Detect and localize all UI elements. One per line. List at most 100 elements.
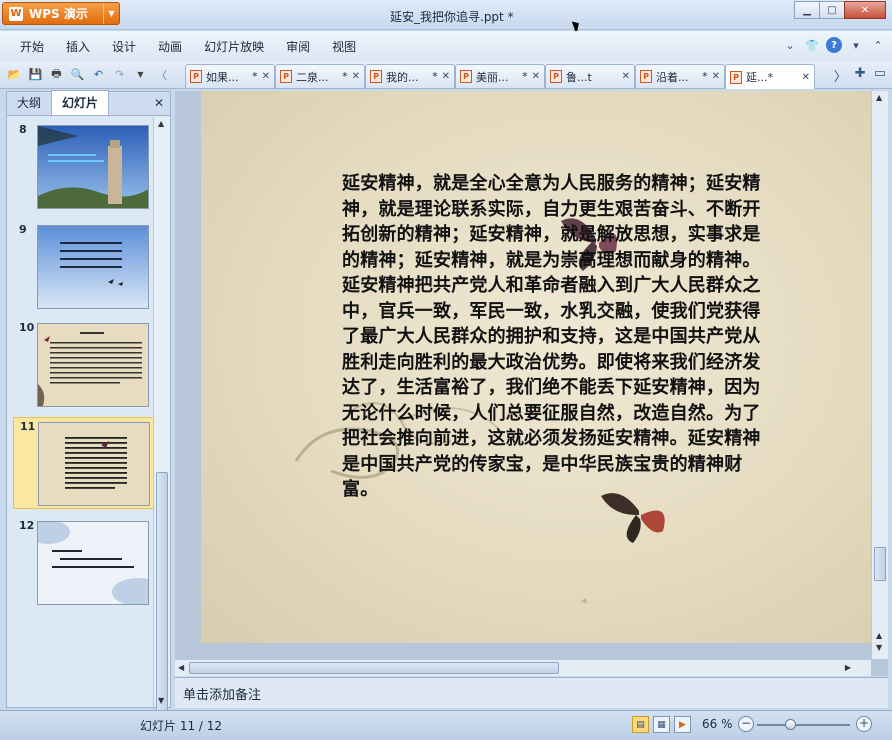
zoom-slider-handle[interactable] — [785, 719, 797, 730]
document-title: 延安_我把你追寻.ppt * — [390, 10, 514, 24]
skin-shirt-icon[interactable]: 👕 — [804, 37, 820, 53]
thumbnail-scrollbar[interactable]: ▲ ▼ — [153, 117, 170, 712]
slideshow-view-button[interactable]: ▶ — [674, 716, 691, 733]
normal-view-button[interactable]: ▤ — [632, 716, 649, 733]
tabs-scroll-right-icon[interactable]: 〉 — [834, 66, 847, 85]
slide-canvas[interactable]: 延安精神，就是全心全意为人民服务的精神；延安精神，就是理论联系实际，自力更生艰苦… — [201, 91, 871, 643]
chevron-down-icon[interactable]: ⌄ — [782, 37, 798, 53]
toolbar: 📂 💾 🖶 🔍 ↶ ↷ ▼ 〈 P 如果... * ✕ P 二泉... * ✕ … — [0, 61, 892, 89]
scroll-down-icon[interactable]: ▼ — [158, 696, 164, 705]
open-folder-icon[interactable]: 📂 — [6, 66, 23, 83]
menu-item-review[interactable]: 审阅 — [275, 38, 321, 55]
doc-tab-modified: * — [252, 70, 258, 83]
slide-thumbnail-9[interactable]: 9 — [13, 221, 151, 313]
tab-outline[interactable]: 大纲 — [7, 91, 51, 115]
zoom-slider[interactable] — [757, 719, 850, 730]
slide-preview — [37, 323, 149, 407]
doc-tab-1[interactable]: P 如果... * ✕ — [185, 64, 275, 88]
close-tab-icon[interactable]: ✕ — [802, 72, 810, 83]
ppt-file-icon: P — [550, 70, 562, 83]
close-tab-icon[interactable]: ✕ — [352, 71, 360, 82]
previous-slide-icon[interactable]: ▲ — [876, 631, 882, 640]
pin-ribbon-icon[interactable]: ⌃ — [870, 37, 886, 53]
doc-tab-label: 二泉... — [296, 70, 329, 84]
close-tab-icon[interactable]: ✕ — [442, 71, 450, 82]
title-bar: W WPS 演示 ▼ 延安_我把你追寻.ppt * ▁ □ ✕ — [0, 0, 892, 35]
menu-bar: 开始 插入 设计 动画 幻灯片放映 审阅 视图 ⌄ 👕 ? ▾ ⌃ — [0, 31, 892, 61]
scrollbar-thumb[interactable] — [189, 662, 559, 674]
scroll-up-icon[interactable]: ▲ — [158, 119, 164, 128]
menu-item-insert[interactable]: 插入 — [55, 38, 101, 55]
scroll-up-icon[interactable]: ▲ — [876, 93, 882, 102]
print-icon[interactable]: 🖶 — [48, 66, 65, 83]
wps-logo-icon: W — [9, 6, 23, 21]
doc-tab-label: 我的... — [386, 70, 419, 84]
doc-tab-label: 延...* — [746, 71, 773, 84]
slide-thumbnail-12[interactable]: 12 — [13, 517, 151, 609]
slide-number: 12 — [19, 519, 35, 532]
menu-item-start[interactable]: 开始 — [0, 38, 55, 55]
status-bar: 幻灯片 11 / 12 ▤ ▦ ▶ 66 % − + — [0, 710, 892, 740]
next-slide-icon[interactable]: ▼ — [876, 643, 882, 652]
slide-thumbnail-10[interactable]: 10 — [13, 319, 151, 411]
doc-tab-active[interactable]: P 延...* ✕ — [725, 64, 815, 89]
maximize-button[interactable]: □ — [819, 1, 845, 19]
print-preview-icon[interactable]: 🔍 — [69, 66, 86, 83]
close-tab-icon[interactable]: ✕ — [532, 71, 540, 82]
tab-list-icon[interactable]: ▭ — [874, 66, 886, 85]
doc-tab-3[interactable]: P 我的... * ✕ — [365, 64, 455, 88]
document-tabs: P 如果... * ✕ P 二泉... * ✕ P 我的... * ✕ P 美丽… — [185, 64, 815, 89]
doc-tab-6[interactable]: P 沿着... * ✕ — [635, 64, 725, 88]
slide-sorter-view-button[interactable]: ▦ — [653, 716, 670, 733]
doc-tab-5[interactable]: P 鲁...t ✕ — [545, 64, 635, 88]
close-panel-icon[interactable]: ✕ — [154, 96, 164, 110]
scrollbar-thumb[interactable] — [156, 472, 168, 712]
scroll-left-icon[interactable]: ◀ — [178, 663, 184, 672]
close-tab-icon[interactable]: ✕ — [622, 71, 630, 82]
doc-tab-4[interactable]: P 美丽... * ✕ — [455, 64, 545, 88]
notes-placeholder: 单击添加备注 — [183, 688, 262, 703]
toolbar-dropdown-icon[interactable]: ▼ — [132, 66, 149, 83]
save-icon[interactable]: 💾 — [27, 66, 44, 83]
help-icon[interactable]: ? — [826, 37, 842, 53]
doc-tab-modified: * — [702, 70, 708, 83]
zoom-out-button[interactable]: − — [738, 716, 754, 732]
dropdown-icon[interactable]: ▾ — [848, 37, 864, 53]
slide-number: 11 — [20, 420, 36, 433]
wps-app-menu-button[interactable]: W WPS 演示 ▼ — [2, 2, 120, 25]
menu-item-slideshow[interactable]: 幻灯片放映 — [193, 38, 275, 55]
slide-counter: 幻灯片 11 / 12 — [140, 719, 223, 733]
menu-item-animation[interactable]: 动画 — [147, 38, 193, 55]
chevron-down-icon[interactable]: ▼ — [103, 3, 119, 24]
close-tab-icon[interactable]: ✕ — [262, 71, 270, 82]
ppt-file-icon: P — [280, 70, 292, 83]
ppt-file-icon: P — [370, 70, 382, 83]
close-tab-icon[interactable]: ✕ — [712, 71, 720, 82]
doc-tab-2[interactable]: P 二泉... * ✕ — [275, 64, 365, 88]
menu-item-view[interactable]: 视图 — [321, 38, 367, 55]
doc-tab-modified: * — [522, 70, 528, 83]
slide-editor: 延安精神，就是全心全意为人民服务的精神；延安精神，就是理论联系实际，自力更生艰苦… — [175, 91, 888, 676]
slide-preview — [37, 521, 149, 605]
slide-thumbnail-8[interactable]: 8 — [13, 121, 151, 213]
doc-tab-label: 沿着... — [656, 70, 689, 84]
menu-item-design[interactable]: 设计 — [101, 38, 147, 55]
redo-icon[interactable]: ↷ — [111, 66, 128, 83]
slide-thumbnail-11[interactable]: 11 — [13, 417, 154, 509]
zoom-in-button[interactable]: + — [856, 716, 872, 732]
new-tab-plus-icon[interactable]: ✚ — [855, 66, 866, 85]
slide-number: 9 — [19, 223, 27, 236]
slide-thumbnail-panel: 大纲 幻灯片 ✕ 8 9 10 11 12 ▲ ▼ — [6, 90, 171, 712]
undo-icon[interactable]: ↶ — [90, 66, 107, 83]
minimize-button[interactable]: ▁ — [794, 1, 820, 19]
slide-horizontal-scrollbar[interactable]: ◀ ▶ — [175, 659, 871, 676]
tabs-scroll-left-icon[interactable]: 〈 — [153, 66, 170, 83]
scroll-right-icon[interactable]: ▶ — [845, 663, 851, 672]
close-window-button[interactable]: ✕ — [844, 1, 886, 19]
notes-pane[interactable]: 单击添加备注 — [175, 677, 888, 708]
slide-body-text[interactable]: 延安精神，就是全心全意为人民服务的精神；延安精神，就是理论联系实际，自力更生艰苦… — [342, 171, 767, 503]
scrollbar-thumb[interactable] — [874, 547, 886, 581]
slide-preview — [38, 422, 150, 506]
tab-slides[interactable]: 幻灯片 — [51, 90, 110, 115]
slide-vertical-scrollbar[interactable]: ▲ ▲ ▼ — [871, 91, 888, 659]
